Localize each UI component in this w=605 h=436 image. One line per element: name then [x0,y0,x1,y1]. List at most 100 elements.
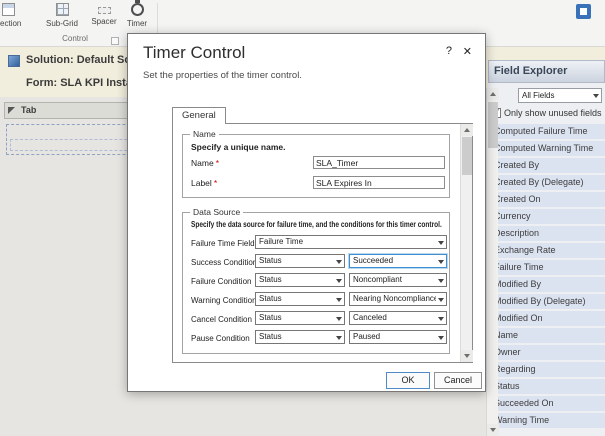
scroll-up-icon[interactable] [487,88,499,100]
chevron-down-icon [438,317,444,321]
condition-dropdown[interactable]: Canceled [349,311,447,325]
help-icon[interactable]: ? [446,45,452,57]
field-list-item[interactable]: Modified By [488,277,605,292]
dialog-title: Timer Control [143,43,245,63]
ribbon-tool-icon[interactable] [576,4,591,19]
field-list-item[interactable]: Currency [488,209,605,224]
text-input[interactable] [313,156,445,169]
dropdown-value: Canceled [353,312,436,324]
field-filter-dropdown[interactable]: All Fields [518,88,602,103]
name-fields: Name*Label* [191,153,445,193]
dropdown-value: Status [259,274,334,286]
dropdown-value: Paused [353,331,436,343]
dialog-scrollbar[interactable] [460,124,472,362]
chevron-down-icon [336,260,342,264]
field-label: Success Condition [191,258,257,267]
field-list-item[interactable]: Created On [488,192,605,207]
data-source-row: Failure ConditionStatusNoncompliant [191,271,445,290]
dialog-subtitle: Set the properties of the timer control. [143,70,302,81]
field-list-item[interactable]: Description [488,226,605,241]
name-section-legend: Name [190,129,219,139]
unused-fields-row: Only show unused fields [491,108,602,118]
chevron-down-icon [438,260,444,264]
condition-dropdown[interactable]: Noncompliant [349,273,447,287]
canvas-scrollbar[interactable] [486,88,498,436]
ribbon-button-0[interactable]: Section [0,3,28,37]
name-section: Name Specify a unique name. Name*Label* [182,134,450,198]
field-list-item[interactable]: Computed Warning Time [488,141,605,156]
field-list-item[interactable]: Owner [488,345,605,360]
scrollbar-thumb[interactable] [462,137,472,175]
data-source-legend: Data Source [190,207,243,217]
field-list-item[interactable]: Regarding [488,362,605,377]
chevron-down-icon [438,336,444,340]
collapse-icon [8,107,15,114]
condition-dropdown[interactable]: Paused [349,330,447,344]
scroll-up-icon[interactable] [461,124,473,136]
scrollbar-thumb[interactable] [488,102,498,148]
field-label: Label [191,178,212,188]
ribbon-button-1[interactable]: Sub-Grid [42,3,82,37]
condition-dropdown[interactable]: Nearing Noncompliance [349,292,447,306]
field-list-item[interactable]: Warning Time [488,413,605,428]
dialog-content: Name Specify a unique name. Name*Label* … [172,123,473,363]
condition-dropdown[interactable]: Status [255,330,345,344]
tab-general[interactable]: General [172,107,226,124]
chevron-down-icon [336,317,342,321]
ribbon-button-3[interactable]: Timer [117,3,157,37]
spacer-icon [98,7,111,14]
scroll-down-icon[interactable] [487,424,499,436]
field-list-item[interactable]: Created By [488,158,605,173]
scroll-down-icon[interactable] [461,350,473,362]
close-icon[interactable]: ✕ [463,45,472,58]
field-list-item[interactable]: Created By (Delegate) [488,175,605,190]
chevron-down-icon [336,336,342,340]
field-list-item[interactable]: Succeeded On [488,396,605,411]
field-label: Failure Time Field [191,239,255,248]
dropdown-value: Noncompliant [353,274,436,286]
form-tab-label: Tab [21,105,36,115]
group-launcher-icon[interactable] [111,37,119,45]
field-label: Warning Condition [191,296,257,305]
ribbon-button-label: Timer [127,19,147,28]
cancel-button[interactable]: Cancel [434,372,482,389]
condition-dropdown[interactable]: Status [255,273,345,287]
chevron-down-icon [336,279,342,283]
dropdown-value: Status [259,331,334,343]
dropdown-value: Nearing Noncompliance [353,293,436,305]
field-label: Name [191,158,214,168]
condition-dropdown[interactable]: Status [255,292,345,306]
condition-dropdown[interactable]: Succeeded [349,254,447,268]
unused-fields-label: Only show unused fields [504,108,602,118]
timer-icon [131,3,144,16]
condition-dropdown[interactable]: Failure Time [255,235,447,249]
condition-dropdown[interactable]: Status [255,254,345,268]
data-source-row: Failure Time Field*Failure Time [191,233,445,252]
text-input[interactable] [313,176,445,189]
field-list-item[interactable]: Status [488,379,605,394]
field-explorer-panel: Field Explorer All Fields Only show unus… [488,60,605,436]
field-explorer-title: Field Explorer [488,60,605,83]
name-field-row: Name* [191,153,445,173]
name-instruction: Specify a unique name. [191,142,285,152]
field-list-item[interactable]: Failure Time [488,260,605,275]
field-filter-value: All Fields [522,89,591,102]
field-list-item[interactable]: Computed Failure Time [488,124,605,139]
field-list-item[interactable]: Exchange Rate [488,243,605,258]
ok-button[interactable]: OK [386,372,430,389]
condition-dropdown[interactable]: Status [255,311,345,325]
chevron-down-icon [438,279,444,283]
field-list-item[interactable]: Modified On [488,311,605,326]
subgrid-icon [56,3,69,16]
chevron-down-icon [336,298,342,302]
field-list-item[interactable]: Modified By (Delegate) [488,294,605,309]
dropdown-value: Status [259,255,334,267]
chevron-down-icon [438,241,444,245]
data-source-rows: Failure Time Field*Failure Time Success C… [191,233,445,347]
dropdown-value: Failure Time [259,236,436,248]
field-list-item[interactable]: Name [488,328,605,343]
section-icon [2,3,15,16]
dropdown-value: Status [259,312,334,324]
data-source-row: Warning ConditionStatus Nearing Noncompli… [191,290,445,309]
data-source-row: Cancel ConditionStatusCanceled [191,309,445,328]
